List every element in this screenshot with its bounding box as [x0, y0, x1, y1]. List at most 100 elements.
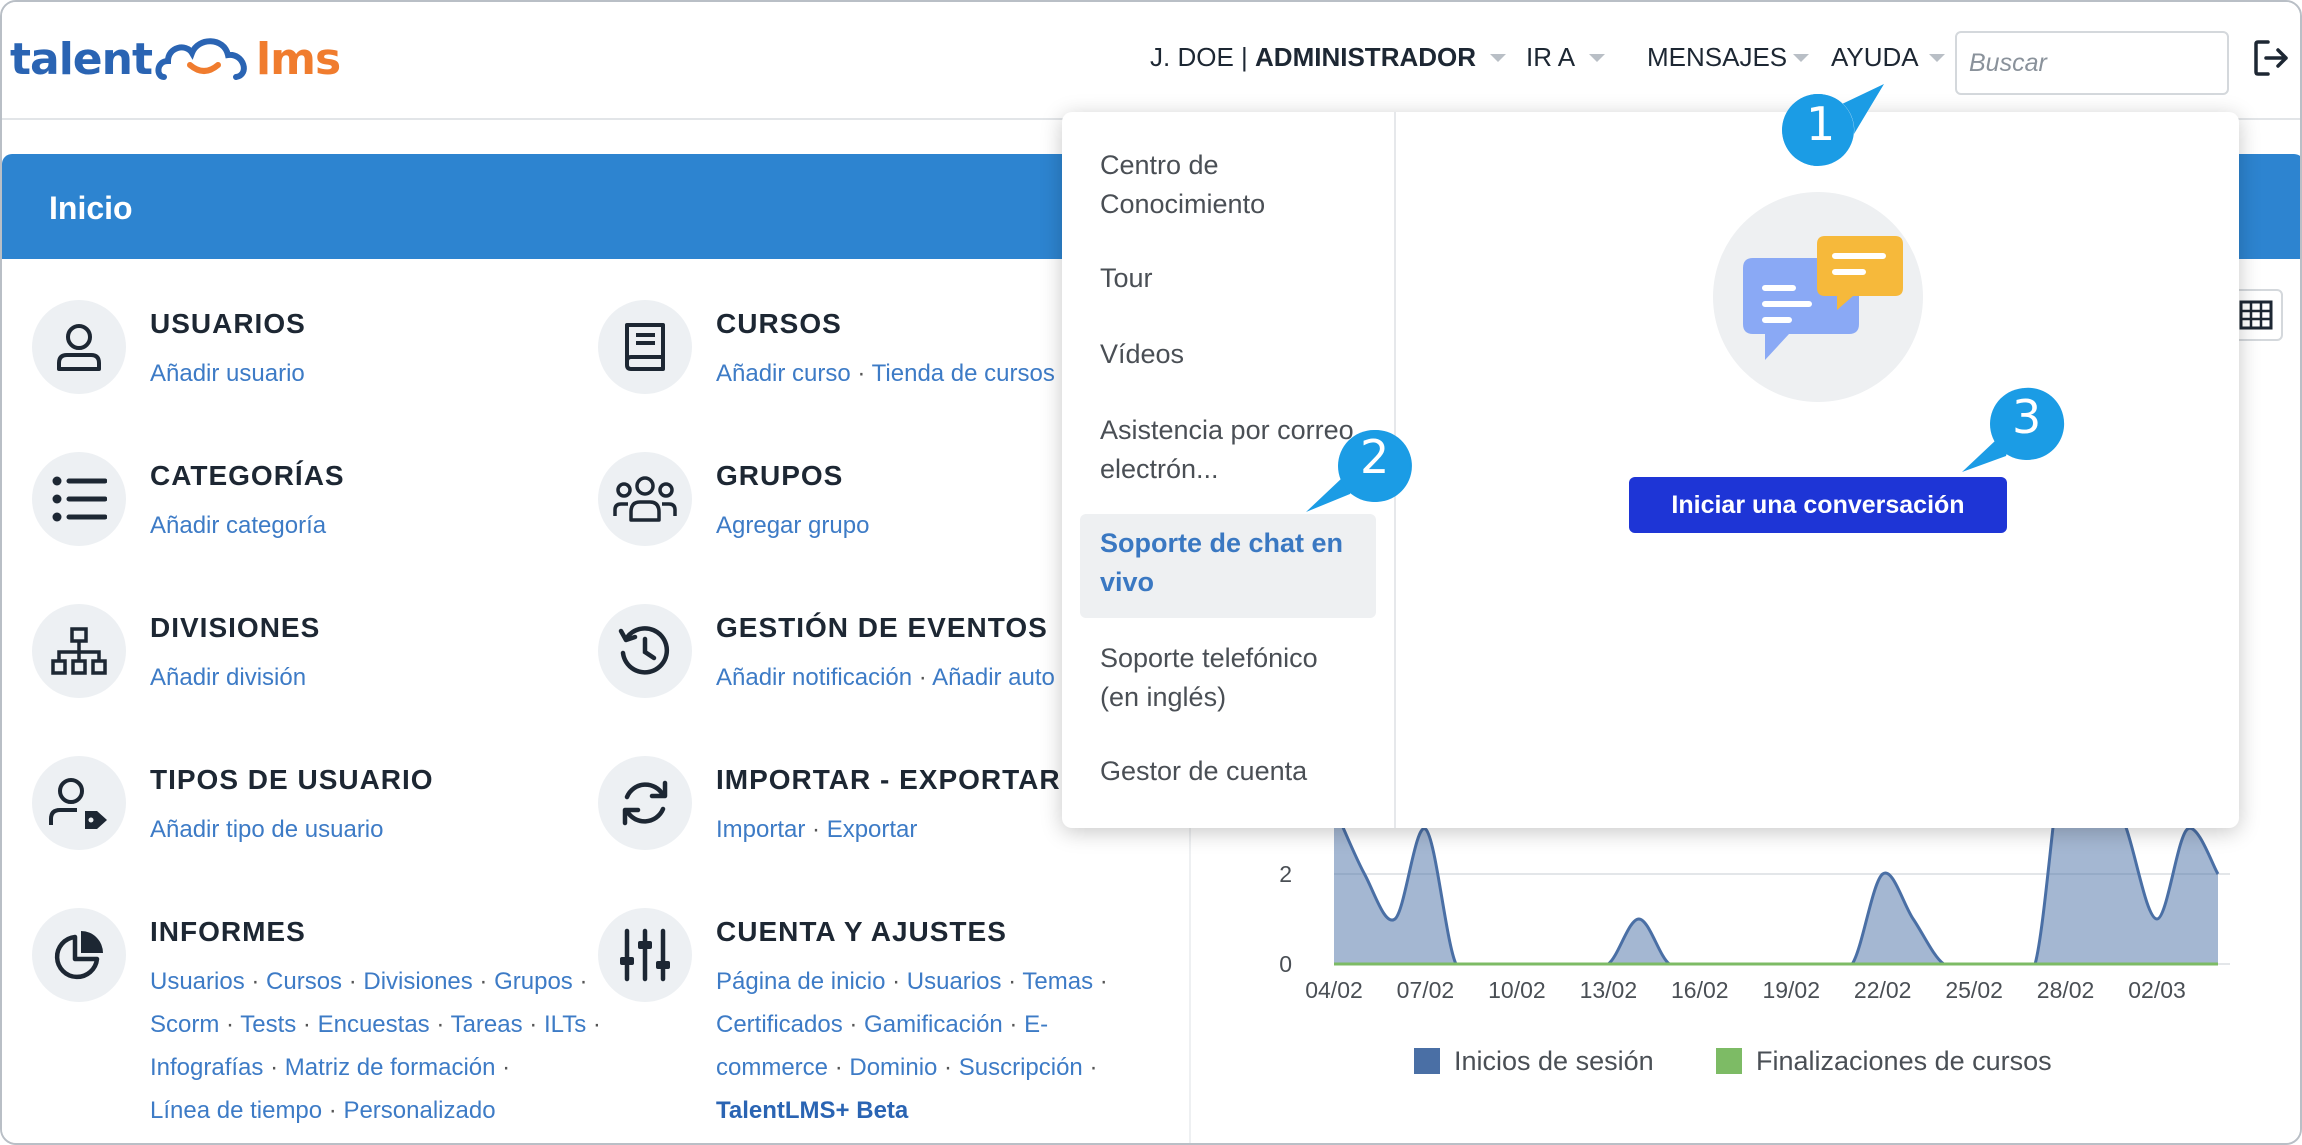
top-navigation-bar: talent lms J. DOE | ADMINISTRADOR IR A M… — [2, 2, 2300, 120]
menu-item-live-chat-support[interactable]: Soporte de chat en vivo — [1080, 514, 1376, 618]
user-role: ADMINISTRADOR — [1255, 42, 1477, 72]
link-themes[interactable]: Temas — [1022, 968, 1093, 995]
link-course-store[interactable]: Tienda de cursos — [872, 360, 1055, 387]
link-add-user-type[interactable]: Añadir tipo de usuario — [150, 816, 383, 843]
link-report-training-matrix[interactable]: Matriz de formación — [285, 1054, 496, 1081]
tile-title[interactable]: CATEGORÍAS — [150, 460, 345, 492]
chat-illustration — [1713, 192, 1923, 402]
group-icon[interactable] — [598, 452, 692, 546]
user-separator: | — [1241, 42, 1248, 72]
tile-title[interactable]: TIPOS DE USUARIO — [150, 764, 434, 796]
cloud-smile-icon — [155, 38, 247, 80]
user-icon[interactable] — [32, 300, 126, 394]
link-report-users[interactable]: Usuarios — [150, 968, 245, 995]
x-tick-label: 02/03 — [2128, 977, 2186, 1003]
link-report-divisions[interactable]: Divisiones — [363, 968, 472, 995]
tile-links: Agregar grupo — [716, 504, 869, 547]
link-talentlms-plus-beta[interactable]: TalentLMS+ Beta — [716, 1097, 908, 1124]
talentlms-logo[interactable]: talent lms — [10, 24, 341, 94]
goto-menu[interactable]: IR A — [1526, 42, 1606, 73]
chevron-down-icon — [1490, 53, 1507, 62]
menu-item-knowledge-center[interactable]: Centro de Conocimiento — [1080, 146, 1376, 224]
link-report-infographics[interactable]: Infografías — [150, 1054, 263, 1081]
x-tick-label: 19/02 — [1762, 977, 1820, 1003]
chevron-down-icon — [1928, 53, 1945, 62]
sliders-icon[interactable] — [598, 908, 692, 1002]
tile-title[interactable]: DIVISIONES — [150, 612, 320, 644]
tile-title[interactable]: GRUPOS — [716, 460, 843, 492]
x-tick-label: 22/02 — [1854, 977, 1912, 1003]
menu-item-videos[interactable]: Vídeos — [1080, 335, 1376, 374]
link-add-course[interactable]: Añadir curso — [716, 360, 851, 387]
tile-title[interactable]: IMPORTAR - EXPORTAR — [716, 764, 1061, 796]
link-settings-users[interactable]: Usuarios — [907, 968, 1002, 995]
link-import[interactable]: Importar — [716, 816, 805, 843]
link-report-ilts[interactable]: ILTs — [544, 1011, 586, 1038]
link-report-scorm[interactable]: Scorm — [150, 1011, 219, 1038]
chart-x-axis: 04/02 07/02 10/02 13/02 16/02 19/02 22/02 25/02… — [1305, 977, 2186, 1003]
legend-label: Inicios de sesión — [1454, 1046, 1654, 1076]
link-subscription[interactable]: Suscripción — [959, 1054, 1083, 1081]
history-icon[interactable] — [598, 604, 692, 698]
tile-links: Página de inicio · Usuarios · Temas · Ce… — [716, 968, 1108, 1124]
chart-legend: Inicios de sesión Finalizaciones de curso… — [1414, 1046, 2052, 1076]
list-icon[interactable] — [32, 452, 126, 546]
callout-marker-2 — [1306, 429, 1412, 512]
menu-item-tour[interactable]: Tour — [1080, 259, 1376, 298]
link-ecommerce-part2[interactable]: commerce — [716, 1054, 828, 1081]
link-report-assignments[interactable]: Tareas — [451, 1011, 523, 1038]
menu-item-account-manager[interactable]: Gestor de cuenta — [1080, 752, 1376, 791]
legend-label: Finalizaciones de cursos — [1756, 1046, 2052, 1076]
link-add-notification[interactable]: Añadir notificación — [716, 664, 912, 691]
link-add-automation[interactable]: Añadir auto — [932, 664, 1055, 691]
logout-button[interactable] — [2252, 38, 2292, 83]
tile-links: Añadir división — [150, 656, 306, 699]
link-add-user[interactable]: Añadir usuario — [150, 360, 305, 387]
x-tick-label: 04/02 — [1305, 977, 1363, 1003]
tile-title[interactable]: USUARIOS — [150, 308, 306, 340]
user-menu[interactable]: J. DOE | ADMINISTRADOR — [1150, 42, 1507, 73]
help-menu[interactable]: AYUDA — [1831, 42, 1945, 73]
sync-icon[interactable] — [598, 756, 692, 850]
link-ecommerce-part1[interactable]: E- — [1024, 1011, 1048, 1038]
link-report-courses[interactable]: Cursos — [266, 968, 342, 995]
tile-links: Añadir tipo de usuario — [150, 808, 383, 851]
menu-item-phone-support[interactable]: Soporte telefónico (en inglés) — [1080, 639, 1376, 717]
link-add-division[interactable]: Añadir división — [150, 664, 306, 691]
y-tick-label: 0 — [1279, 951, 1292, 977]
user-tag-icon[interactable] — [32, 756, 126, 850]
org-chart-icon[interactable] — [32, 604, 126, 698]
link-export[interactable]: Exportar — [827, 816, 918, 843]
legend-swatch — [1716, 1048, 1742, 1074]
link-report-custom[interactable]: Personalizado — [343, 1097, 495, 1124]
section-title: Inicio — [49, 190, 133, 226]
link-home-page[interactable]: Página de inicio — [716, 968, 885, 995]
link-domain[interactable]: Dominio — [849, 1054, 937, 1081]
search-input[interactable] — [1955, 31, 2229, 95]
messages-menu[interactable]: MENSAJES — [1647, 42, 1810, 73]
tile-title[interactable]: GESTIÓN DE EVENTOS — [716, 612, 1048, 644]
tile-title[interactable]: CUENTA Y AJUSTES — [716, 916, 1007, 948]
start-conversation-button[interactable]: Iniciar una conversación — [1629, 477, 2007, 533]
book-icon[interactable] — [598, 300, 692, 394]
tile-title[interactable]: INFORMES — [150, 916, 306, 948]
callout-label-2: 2 — [1360, 430, 1390, 484]
link-add-category[interactable]: Añadir categoría — [150, 512, 326, 539]
tile-links: Añadir categoría — [150, 504, 326, 547]
link-certificates[interactable]: Certificados — [716, 1011, 843, 1038]
pie-chart-icon[interactable] — [32, 908, 126, 1002]
callout-label-3: 3 — [2012, 390, 2042, 444]
tile-title[interactable]: CURSOS — [716, 308, 842, 340]
link-add-group[interactable]: Agregar grupo — [716, 512, 869, 539]
logo-text-lms: lms — [256, 33, 341, 85]
link-report-tests[interactable]: Tests — [240, 1011, 296, 1038]
help-label: AYUDA — [1831, 42, 1919, 72]
chart-y-axis: 02 — [1279, 861, 1292, 977]
link-report-groups[interactable]: Grupos — [494, 968, 573, 995]
logo-text-talent: talent — [10, 33, 153, 85]
link-report-surveys[interactable]: Encuestas — [318, 1011, 430, 1038]
link-report-timeline[interactable]: Línea de tiempo — [150, 1097, 322, 1124]
tile-links: Añadir notificación · Añadir auto — [716, 664, 1055, 691]
link-gamification[interactable]: Gamificación — [864, 1011, 1003, 1038]
tile-links: Importar · Exportar — [716, 816, 918, 843]
